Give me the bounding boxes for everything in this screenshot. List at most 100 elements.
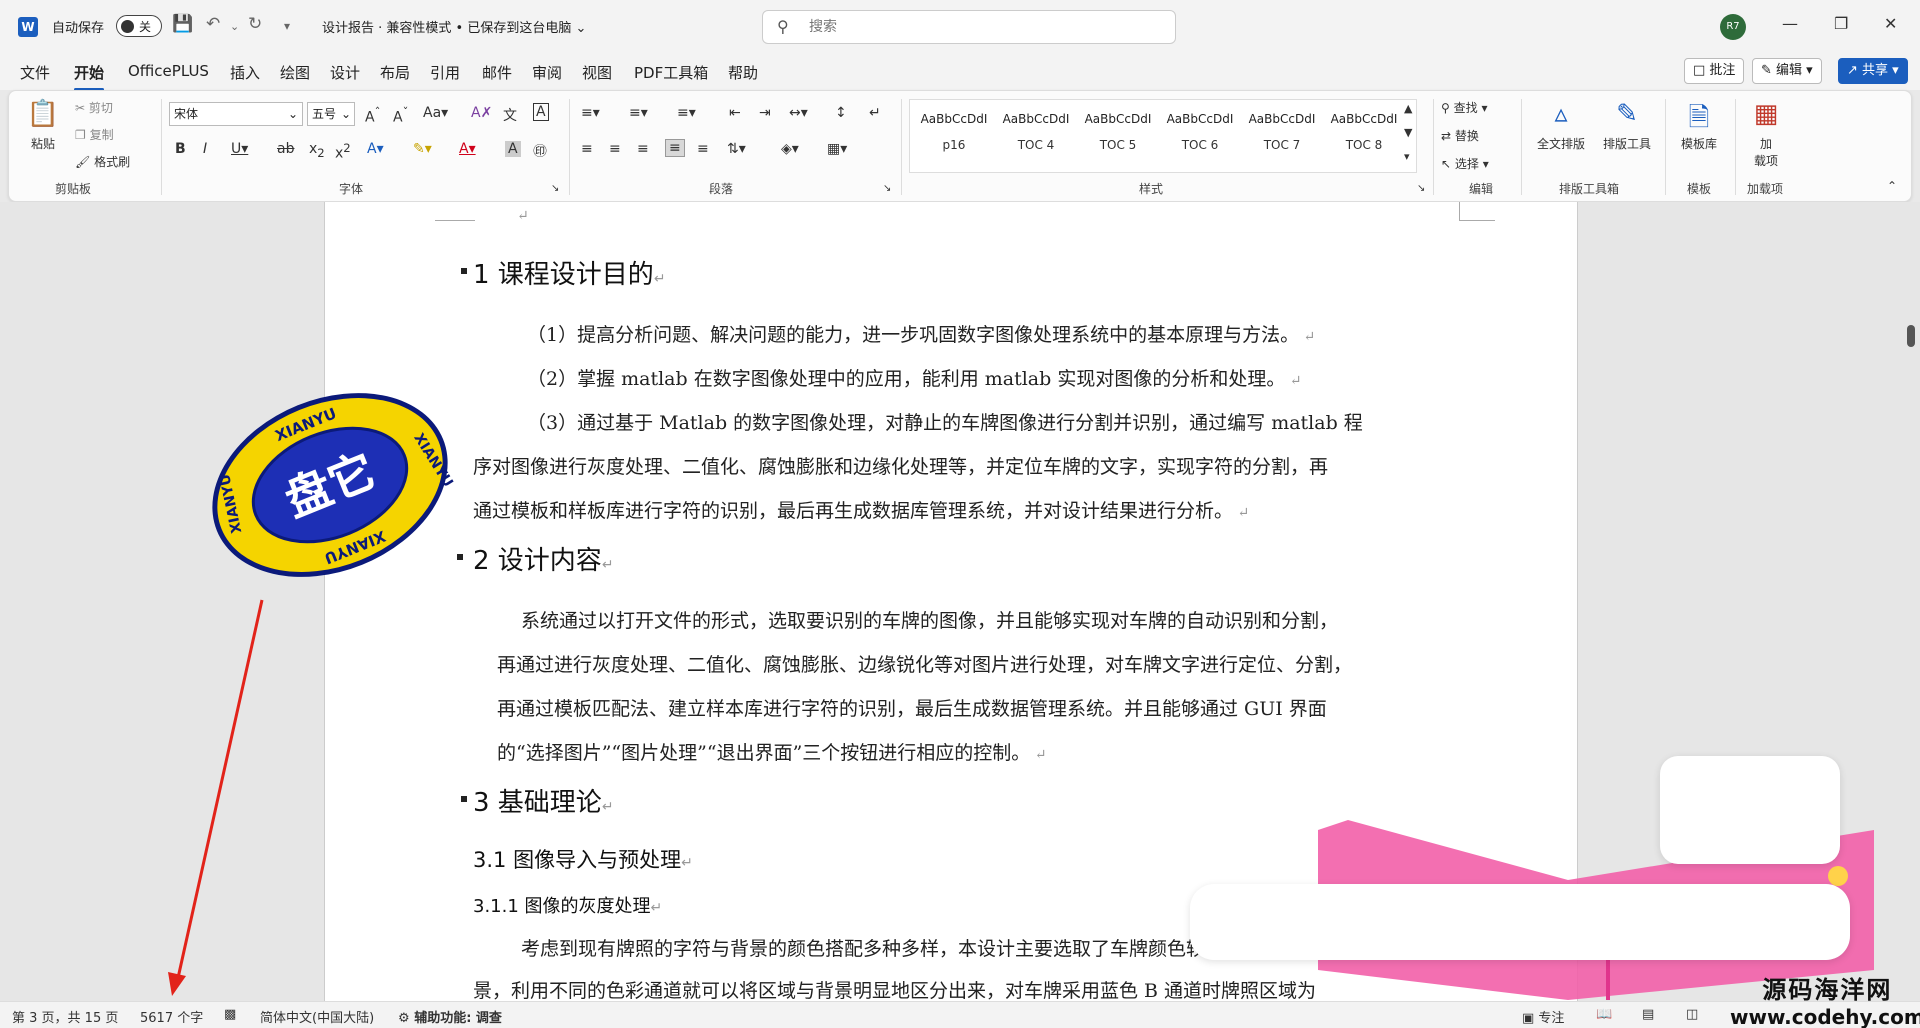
word-count[interactable]: 5617 个字	[140, 1007, 203, 1026]
show-marks-icon[interactable]: ↵	[869, 105, 881, 121]
grow-font-icon[interactable]: Aˆ	[365, 105, 380, 126]
align-center-icon[interactable]: ≡	[609, 141, 621, 157]
style-item[interactable]: AaBbCcDdI p16	[914, 112, 994, 152]
subscript-icon[interactable]: x2	[309, 141, 325, 160]
clear-format-icon[interactable]: A✗	[471, 105, 492, 121]
cut-button[interactable]: ✂ 剪切	[75, 99, 113, 116]
change-case-icon[interactable]: Aa▾	[423, 105, 448, 121]
scrollbar-thumb[interactable]	[1907, 325, 1915, 347]
decrease-indent-icon[interactable]: ⇤	[729, 105, 741, 121]
comments-button[interactable]: □ 批注	[1684, 58, 1745, 84]
tab-layout[interactable]: 布局	[380, 62, 410, 83]
align-left-icon[interactable]: ≡	[581, 141, 593, 157]
save-icon[interactable]: 💾	[172, 14, 193, 34]
strikethrough-icon[interactable]: ab	[277, 141, 294, 157]
accessibility-indicator[interactable]: ⚙ 辅助功能: 调查	[398, 1007, 502, 1026]
tab-design[interactable]: 设计	[330, 62, 360, 83]
format-painter-button[interactable]: 🖌 格式刷	[75, 153, 130, 170]
autosave-toggle[interactable]: 关	[116, 15, 162, 37]
editing-mode-label: 编辑	[1776, 63, 1803, 78]
character-shading-icon[interactable]: A	[505, 141, 521, 157]
style-item[interactable]: AaBbCcDdI TOC 4	[996, 112, 1076, 152]
search-box[interactable]: ⚲	[762, 10, 1176, 44]
chinese-layout-icon[interactable]: ↔▾	[789, 105, 808, 121]
style-item[interactable]: AaBbCcDdI TOC 5	[1078, 112, 1158, 152]
undo-dropdown-icon[interactable]: ⌄	[230, 20, 239, 33]
addins-button[interactable]: ▦ 加 载项	[1743, 99, 1789, 169]
line-spacing-icon[interactable]: ⇅▾	[727, 141, 746, 157]
select-button[interactable]: ↖ 选择 ▾	[1441, 155, 1489, 172]
increase-indent-icon[interactable]: ⇥	[759, 105, 771, 121]
highlight-icon[interactable]: ✎▾	[413, 141, 432, 157]
vertical-scrollbar[interactable]	[1904, 202, 1920, 1001]
search-input[interactable]	[809, 17, 1109, 37]
styles-scroll-up-icon[interactable]: ▲	[1404, 102, 1412, 115]
tab-insert[interactable]: 插入	[230, 62, 260, 83]
styles-scroll-down-icon[interactable]: ▼	[1404, 126, 1412, 139]
underline-icon[interactable]: U▾	[231, 141, 248, 157]
language-indicator[interactable]: 简体中文(中国大陆)	[260, 1007, 374, 1026]
distributed-icon[interactable]: ≡	[697, 141, 709, 157]
font-color-icon[interactable]: A▾	[459, 141, 476, 157]
font-name-combo[interactable]: 宋体 ⌄	[169, 102, 303, 126]
tab-references[interactable]: 引用	[430, 62, 460, 83]
text-effects-icon[interactable]: A▾	[367, 141, 384, 157]
paragraph-dialog-launcher-icon[interactable]: ↘	[883, 183, 891, 194]
share-button[interactable]: ↗ 共享 ▾	[1838, 58, 1908, 84]
italic-icon[interactable]: I	[203, 141, 207, 157]
phonetic-guide-icon[interactable]: 文	[503, 105, 517, 125]
enclose-characters-icon[interactable]: ㊞	[533, 141, 547, 161]
full-layout-button[interactable]: ▵ 全文排版	[1533, 99, 1589, 152]
avatar[interactable]: R7	[1720, 14, 1746, 40]
focus-button[interactable]: ▣ 专注	[1522, 1007, 1564, 1026]
tab-mailings[interactable]: 邮件	[482, 62, 512, 83]
borders-icon[interactable]: ▦▾	[827, 141, 847, 157]
styles-more-icon[interactable]: ▾	[1404, 150, 1410, 163]
customize-qat-icon[interactable]: ▾	[284, 19, 290, 33]
align-right-icon[interactable]: ≡	[637, 141, 649, 157]
bold-icon[interactable]: B	[175, 141, 186, 157]
font-dialog-launcher-icon[interactable]: ↘	[551, 183, 559, 194]
tab-view[interactable]: 视图	[582, 62, 612, 83]
style-item[interactable]: AaBbCcDdI TOC 8	[1324, 112, 1404, 152]
numbering-icon[interactable]: ≡▾	[629, 105, 648, 121]
style-item[interactable]: AaBbCcDdI TOC 7	[1242, 112, 1322, 152]
tab-home[interactable]: 开始	[74, 62, 105, 91]
sort-icon[interactable]: ↕	[835, 105, 847, 121]
style-item[interactable]: AaBbCcDdI TOC 6	[1160, 112, 1240, 152]
editing-mode-button[interactable]: ✎ 编辑 ▾	[1752, 58, 1822, 84]
document-title[interactable]: 设计报告 · 兼容性模式 • 已保存到这台电脑 ⌄	[322, 17, 586, 36]
close-icon[interactable]: ✕	[1884, 14, 1897, 33]
layout-tool-button[interactable]: ✎ 排版工具	[1597, 99, 1657, 152]
bullets-icon[interactable]: ≡▾	[581, 105, 600, 121]
collapse-ribbon-icon[interactable]: ⌃	[1887, 179, 1897, 193]
page-count[interactable]: 第 3 页，共 15 页	[12, 1007, 118, 1026]
tab-file[interactable]: 文件	[20, 62, 50, 83]
character-border-icon[interactable]: A	[533, 103, 549, 121]
tab-help[interactable]: 帮助	[728, 62, 758, 83]
tab-pdf-toolbox[interactable]: PDF工具箱	[634, 62, 708, 83]
undo-icon[interactable]: ↶	[206, 14, 220, 34]
shrink-font-icon[interactable]: Aˇ	[393, 105, 408, 126]
print-layout-icon[interactable]: ▤	[1642, 1007, 1654, 1022]
tab-officeplus[interactable]: OfficePLUS	[128, 62, 209, 80]
proofing-icon[interactable]: ▩	[224, 1007, 236, 1022]
shading-icon[interactable]: ◈▾	[781, 141, 799, 157]
font-size-combo[interactable]: 五号 ⌄	[307, 102, 355, 126]
template-library-button[interactable]: 🗎 模板库	[1673, 99, 1725, 152]
styles-dialog-launcher-icon[interactable]: ↘	[1417, 183, 1425, 194]
redo-icon[interactable]: ↻	[248, 14, 262, 34]
superscript-icon[interactable]: x2	[335, 141, 351, 162]
tab-review[interactable]: 审阅	[532, 62, 562, 83]
maximize-icon[interactable]: ❐	[1834, 14, 1848, 33]
web-layout-icon[interactable]: ◫	[1686, 1007, 1698, 1022]
find-button[interactable]: ⚲ 查找 ▾	[1441, 99, 1487, 116]
minimize-icon[interactable]: —	[1782, 14, 1798, 33]
replace-button[interactable]: ⇄ 替换	[1441, 127, 1479, 144]
multilevel-list-icon[interactable]: ≡▾	[677, 105, 696, 121]
paste-button[interactable]: 📋 粘贴	[23, 99, 63, 152]
justify-icon[interactable]: ≡	[665, 139, 685, 157]
read-mode-icon[interactable]: 📖	[1596, 1007, 1612, 1022]
tab-draw[interactable]: 绘图	[280, 62, 310, 83]
copy-button[interactable]: ❐ 复制	[75, 126, 114, 143]
